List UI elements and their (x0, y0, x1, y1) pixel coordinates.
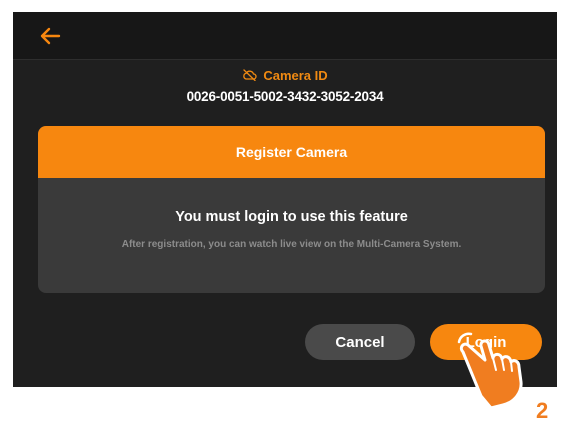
camera-id-label: Camera ID (263, 67, 328, 83)
camera-info: Camera ID 0026-0051-5002-3432-3052-2034 (13, 66, 557, 105)
dialog-header: Register Camera (38, 126, 545, 178)
cloud-off-icon (243, 69, 257, 81)
register-dialog: Register Camera You must login to use th… (38, 126, 545, 293)
camera-id-value: 0026-0051-5002-3432-3052-2034 (186, 89, 384, 104)
top-bar (13, 12, 557, 60)
dialog-description: After registration, you can watch live v… (121, 239, 462, 250)
back-button[interactable] (35, 21, 65, 51)
step-number: 2 (536, 398, 549, 423)
arrow-left-icon (40, 27, 61, 45)
cancel-button[interactable]: Cancel (305, 324, 415, 360)
dialog-title: You must login to use this feature (175, 209, 408, 225)
